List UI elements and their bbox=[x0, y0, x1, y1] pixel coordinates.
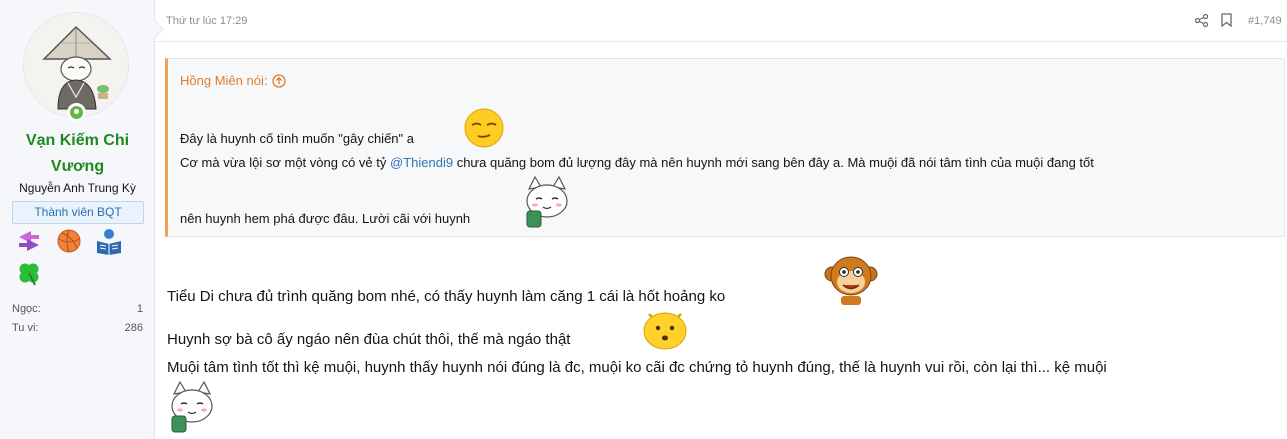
trophy-clover-icon[interactable] bbox=[15, 259, 43, 287]
user-title: Nguyễn Anh Trung Kỳ bbox=[19, 181, 136, 195]
username[interactable]: Vạn Kiếm Chi Vương bbox=[0, 128, 155, 180]
quote-block: Hồng Miên nói: Đây là huynh cố tình muốn… bbox=[165, 58, 1285, 237]
post-number[interactable]: #1,749 bbox=[1248, 15, 1282, 27]
post-date[interactable]: Thứ tư lúc 17:29 bbox=[166, 15, 247, 27]
message-header: Thứ tư lúc 17:29 #1,749 bbox=[155, 0, 1287, 42]
emoticon-cat-tea bbox=[526, 175, 568, 228]
user-panel: Vạn Kiếm Chi Vương Nguyễn Anh Trung Kỳ T… bbox=[0, 0, 164, 439]
username-line2: Vương bbox=[50, 158, 105, 175]
stat-value: 286 bbox=[124, 322, 143, 334]
emoticon-monkey bbox=[824, 256, 878, 305]
user-stats: Ngọc: 1 Tu vi: 286 bbox=[12, 300, 143, 338]
user-mention-link[interactable]: @Thiendi9 bbox=[390, 155, 453, 170]
share-icon[interactable] bbox=[1195, 14, 1208, 27]
trophy-arrows-icon[interactable] bbox=[15, 227, 43, 255]
trophy-ball-icon[interactable] bbox=[55, 227, 83, 255]
emoticon-smug-face bbox=[464, 108, 504, 148]
stat-label: Tu vi: bbox=[12, 322, 39, 334]
quote-text-line1: Đây là huynh cố tình muốn "gây chiến" a bbox=[180, 131, 414, 146]
quote-text-line2: Cơ mà vừa lội sơ một vòng có vẻ tỷ @Thie… bbox=[180, 155, 1094, 170]
emoticon-yellow-blob bbox=[643, 312, 687, 350]
emoticon-cat-tea bbox=[171, 380, 213, 433]
quote-text-line2-start: Cơ mà vừa lội sơ một vòng có vẻ tỷ bbox=[180, 155, 390, 170]
quote-author: Hồng Miên nói: bbox=[180, 73, 268, 88]
username-line1: Vạn Kiếm Chi bbox=[25, 132, 130, 149]
stat-value: 1 bbox=[136, 303, 143, 315]
quote-jump-icon[interactable] bbox=[272, 73, 287, 88]
trophy-book-icon[interactable] bbox=[95, 227, 123, 255]
stat-row-ngoc: Ngọc: 1 bbox=[12, 300, 143, 319]
quote-text-line3: nên huynh hem phá được đâu. Lười cãi với… bbox=[180, 211, 471, 226]
stat-row-tu-vi: Tu vi: 286 bbox=[12, 319, 143, 338]
quote-text-line2-end: chưa quăng bom đủ lượng đây mà nên huynh… bbox=[453, 155, 1094, 170]
online-status-icon bbox=[67, 103, 86, 122]
post-body-line3: Muội tâm tình tốt thì kệ muội, huynh thấ… bbox=[167, 359, 1107, 376]
user-banner: Thành viên BQT bbox=[12, 201, 144, 224]
post-body-line2: Huynh sợ bà cô ấy ngáo nên đùa chút thôi… bbox=[167, 331, 571, 348]
quote-title[interactable]: Hồng Miên nói: bbox=[180, 73, 287, 88]
post-body-line1: Tiểu Di chưa đủ trình quăng bom nhé, có … bbox=[167, 288, 726, 305]
bookmark-icon[interactable] bbox=[1221, 13, 1232, 27]
stat-label: Ngọc: bbox=[12, 303, 41, 315]
